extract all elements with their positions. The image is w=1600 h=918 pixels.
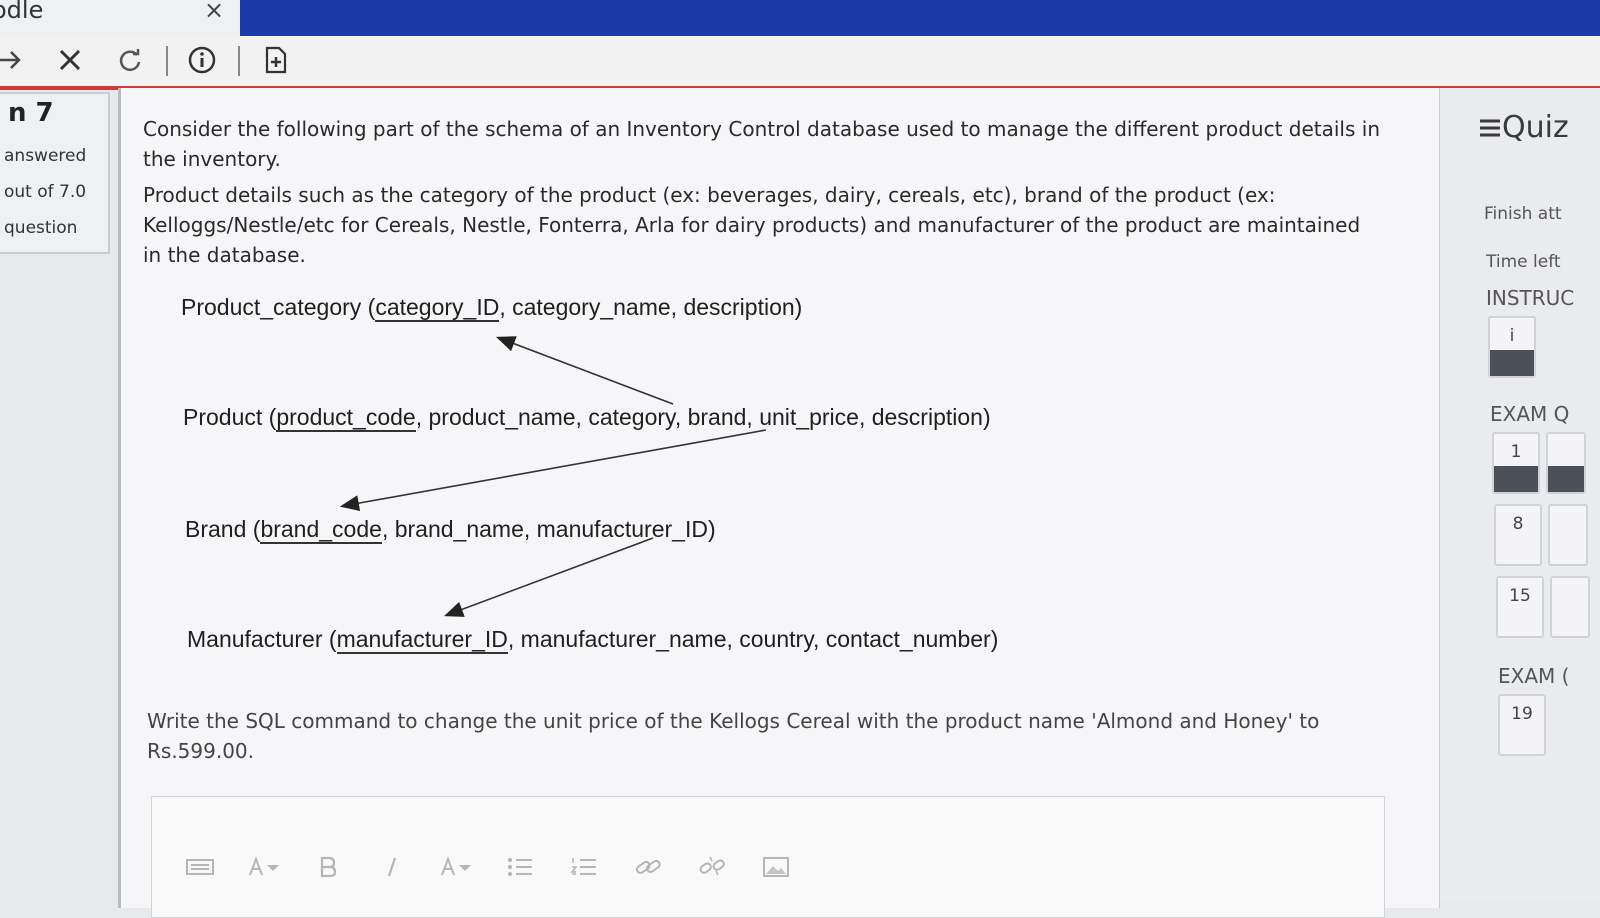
instructions-heading: INSTRUC [1486, 286, 1575, 310]
bold-icon[interactable] [310, 849, 346, 885]
italic-icon[interactable] [374, 849, 410, 885]
question-nav-label: 1 [1510, 442, 1522, 462]
question-nav-9[interactable] [1548, 504, 1588, 566]
site-info-icon[interactable] [182, 40, 222, 80]
foreign-key-arrows [339, 336, 767, 617]
close-tab-icon[interactable]: × [204, 0, 224, 24]
question-task: Write the SQL command to change the unit… [147, 709, 1320, 763]
question-number: n 7 [8, 98, 54, 128]
question-nav-label: 19 [1511, 704, 1533, 724]
question-nav-label: 8 [1512, 514, 1524, 534]
arrow-brand-fk [339, 429, 767, 512]
question-content: Consider the following part of the schem… [118, 88, 1440, 918]
stop-icon[interactable] [50, 40, 90, 80]
question-nav-19[interactable]: 19 [1498, 694, 1546, 756]
arrow-manufacturer-fk [444, 537, 654, 617]
question-nav-16[interactable] [1550, 576, 1590, 638]
exam-section-heading: EXAM ( [1498, 664, 1570, 688]
browser-toolbar [0, 36, 1600, 90]
arrow-category-fk [496, 336, 674, 405]
question-nav-1[interactable]: 1 [1492, 432, 1540, 494]
paragraph-style-icon[interactable] [246, 849, 282, 885]
instructions-button[interactable]: i [1488, 316, 1536, 378]
question-marks: out of 7.0 [4, 182, 87, 202]
link-icon[interactable] [630, 849, 666, 885]
question-status: answered [4, 146, 87, 166]
tab-title: odle [0, 0, 44, 24]
quiz-nav-label: Quiz [1502, 110, 1569, 145]
image-icon[interactable] [758, 849, 794, 885]
numbered-list-icon[interactable] [566, 849, 602, 885]
unlink-icon[interactable] [694, 849, 730, 885]
question-nav-2[interactable] [1546, 432, 1586, 494]
browser-tab[interactable]: odle × [0, 0, 240, 36]
exam-q-heading: EXAM Q [1490, 402, 1570, 426]
editor-toolbar [152, 837, 1414, 897]
toolbar-toggle-icon[interactable] [182, 849, 218, 885]
reload-icon[interactable] [110, 40, 150, 80]
question-info-panel: n 7 answered out of 7.0 question [0, 92, 110, 254]
bullet-list-icon[interactable] [502, 849, 538, 885]
finish-attempt-link[interactable]: Finish att [1484, 204, 1562, 224]
instructions-button-label: i [1509, 326, 1515, 346]
font-color-icon[interactable] [438, 849, 474, 885]
quiz-nav-title[interactable]: Quiz [1478, 110, 1569, 145]
browser-tab-bar: odle × [0, 0, 1600, 36]
quiz-navigation: Quiz Finish att Time left INSTRUC i EXAM… [1440, 88, 1600, 900]
new-page-icon[interactable] [256, 40, 296, 80]
forward-icon[interactable] [0, 40, 30, 80]
question-nav-8[interactable]: 8 [1494, 504, 1542, 566]
time-left-label: Time left [1486, 252, 1561, 272]
menu-icon [1480, 119, 1500, 137]
question-nav-15[interactable]: 15 [1496, 576, 1544, 638]
question-nav-label: 15 [1509, 586, 1531, 606]
flag-question[interactable]: question [4, 218, 77, 238]
